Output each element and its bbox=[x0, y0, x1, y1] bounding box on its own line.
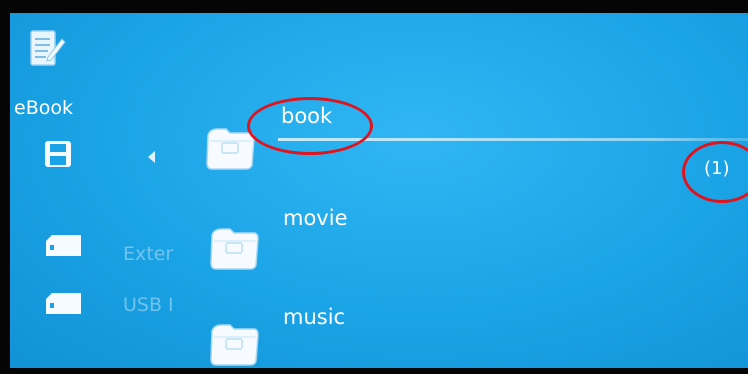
folder-icon[interactable] bbox=[208, 319, 260, 367]
ebook-pencil-icon bbox=[30, 30, 66, 66]
folder-label-music[interactable]: music bbox=[283, 305, 345, 329]
folder-icon[interactable] bbox=[208, 223, 260, 271]
screen-bezel-bottom bbox=[0, 368, 748, 374]
screen-bezel-left bbox=[0, 0, 10, 374]
sidebar-item-external-storage[interactable]: Exter bbox=[123, 243, 201, 265]
back-arrow-icon[interactable] bbox=[148, 151, 155, 163]
screen-bezel-top bbox=[0, 0, 748, 13]
sd-card-icon[interactable] bbox=[46, 235, 81, 256]
floppy-disk-icon[interactable] bbox=[43, 139, 73, 169]
annotation-circle-book bbox=[247, 97, 373, 155]
sd-card-icon[interactable] bbox=[46, 293, 81, 314]
ebook-screen: eBook Exter USB I book movie music (1) bbox=[10, 13, 748, 368]
annotation-circle-count bbox=[682, 141, 748, 203]
folder-label-movie[interactable]: movie bbox=[283, 206, 348, 230]
sidebar-item-usb-storage[interactable]: USB I bbox=[123, 294, 191, 316]
app-title: eBook bbox=[14, 97, 73, 119]
